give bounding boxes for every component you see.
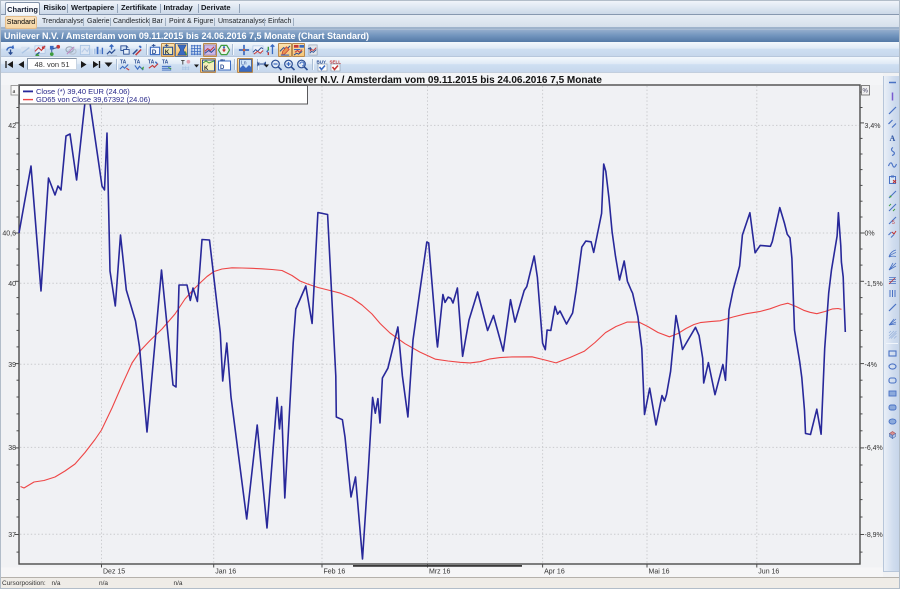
svg-text:-1,5%: -1,5% — [865, 281, 883, 288]
svg-text:0%: 0% — [865, 231, 875, 238]
svg-text:42: 42 — [8, 123, 16, 130]
svg-text:Unilever N.V. / Amsterdam vo: Unilever N.V. / Amsterdam vom 09.11.2015… — [278, 75, 602, 86]
svg-text:a: a — [13, 88, 16, 95]
svg-text:Feb 16: Feb 16 — [324, 569, 346, 576]
svg-text:38: 38 — [8, 445, 16, 452]
svg-text:Apr 16: Apr 16 — [544, 569, 565, 576]
svg-text:-4%: -4% — [865, 362, 877, 369]
svg-text:Mai 16: Mai 16 — [649, 569, 670, 576]
svg-text:39: 39 — [8, 362, 16, 369]
svg-text:Jan 16: Jan 16 — [215, 569, 236, 576]
svg-text:Dez 15: Dez 15 — [103, 569, 125, 576]
svg-text:Mrz 16: Mrz 16 — [429, 569, 451, 576]
svg-text:GD65 von Close 39,67392 (24.06: GD65 von Close 39,67392 (24.06) — [36, 95, 151, 104]
svg-text:-8,9%: -8,9% — [865, 532, 883, 539]
svg-text:37: 37 — [8, 532, 16, 539]
svg-text:Jun 16: Jun 16 — [758, 569, 779, 576]
svg-text:3,4%: 3,4% — [865, 123, 881, 130]
svg-text:%: % — [863, 89, 869, 95]
svg-text:40,6: 40,6 — [2, 231, 16, 238]
svg-text:40: 40 — [8, 281, 16, 288]
svg-text:-6,4%: -6,4% — [865, 445, 883, 452]
